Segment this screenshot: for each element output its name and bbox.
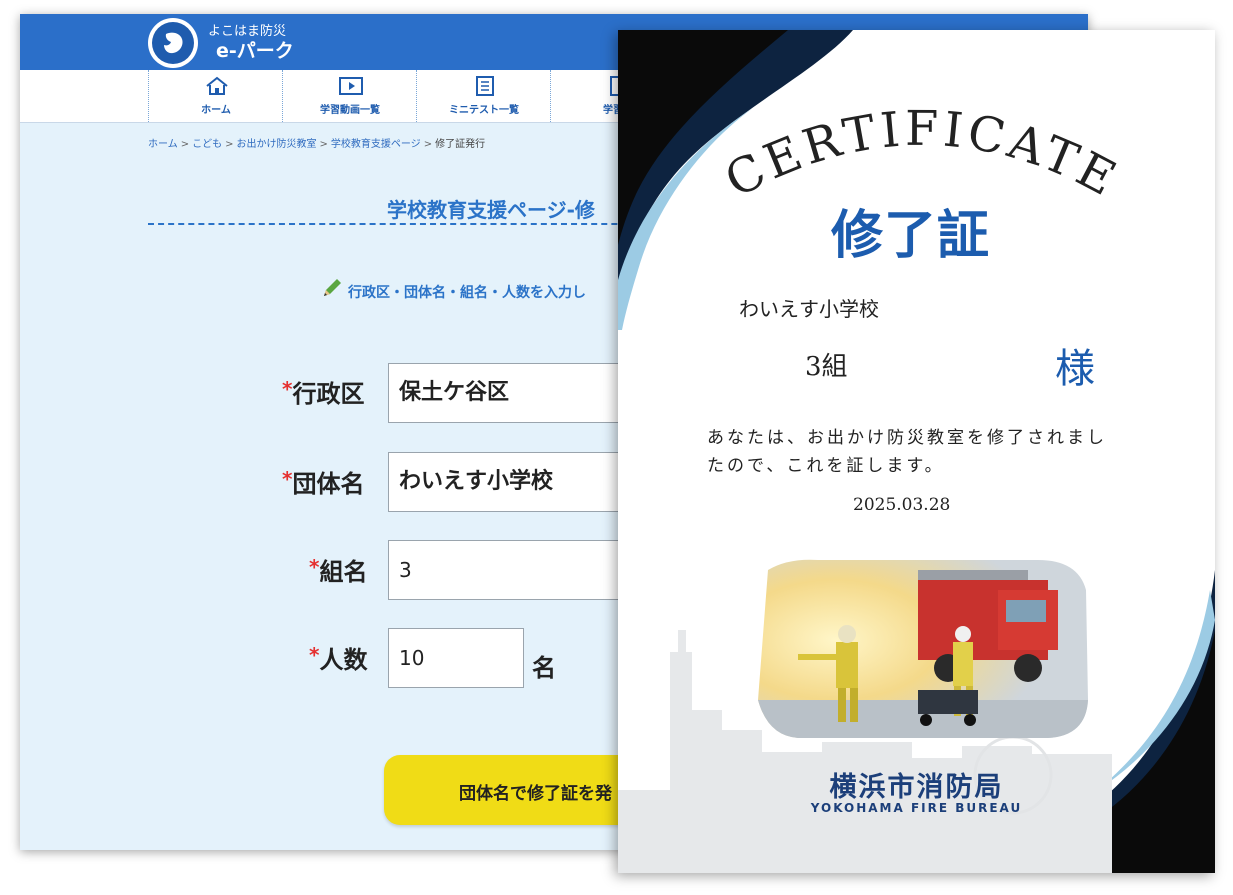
certificate-honorific: 様 bbox=[1055, 346, 1095, 392]
nav-item-label: ミニテスト一覧 bbox=[449, 105, 519, 116]
list-icon bbox=[476, 76, 494, 96]
certificate: CERTIFICATE 修了証 わいえす小学校 3組 様 あなたは、お出かけ防災… bbox=[618, 30, 1215, 873]
certificate-message-line2: たので、これを証します。 bbox=[707, 456, 945, 476]
nav-item-mini-tests[interactable]: ミニテスト一覧 bbox=[416, 70, 551, 122]
home-icon bbox=[206, 76, 228, 95]
certificate-organization: わいえす小学校 bbox=[739, 297, 879, 321]
certificate-message-line1: あなたは、お出かけ防災教室を修了されまし bbox=[707, 428, 1107, 448]
breadcrumb-separator: > bbox=[319, 139, 328, 150]
breadcrumb-link-class[interactable]: お出かけ防災教室 bbox=[236, 139, 316, 150]
certificate-issuer-en: YOKOHAMA FIRE BUREAU bbox=[810, 801, 1023, 815]
breadcrumb-link-kids[interactable]: こども bbox=[192, 139, 222, 150]
certificate-issuer: 横浜市消防局 bbox=[829, 772, 1004, 803]
nav-item-label: ホーム bbox=[201, 105, 231, 116]
nav-item-label: 学習動画一覧 bbox=[320, 105, 380, 116]
group-label: *団体名 bbox=[282, 467, 365, 498]
people-count-input[interactable]: 10 bbox=[388, 628, 524, 688]
submit-label: 団体名で修了証を発 bbox=[459, 784, 612, 804]
city-emblem-icon bbox=[152, 22, 194, 64]
nav-item-videos[interactable]: 学習動画一覧 bbox=[282, 70, 417, 122]
page-title: 学校教育支援ページ-修 bbox=[387, 198, 595, 222]
people-unit: 名 bbox=[532, 654, 556, 682]
class-label: *組名 bbox=[309, 555, 368, 586]
ward-label: *行政区 bbox=[282, 377, 365, 408]
breadcrumb-separator: > bbox=[180, 139, 190, 150]
certificate-date: 2025.03.28 bbox=[853, 495, 951, 515]
breadcrumb-separator: > bbox=[225, 139, 234, 150]
breadcrumb-link-support[interactable]: 学校教育支援ページ bbox=[331, 139, 421, 150]
video-icon bbox=[339, 77, 363, 95]
breadcrumb-link-home[interactable]: ホーム bbox=[148, 139, 178, 150]
nav-item-home[interactable]: ホーム bbox=[148, 70, 283, 122]
site-title[interactable]: e-パーク bbox=[216, 36, 294, 63]
certificate-class: 3組 bbox=[805, 352, 848, 382]
instruction-text: 行政区・団体名・組名・人数を入力し bbox=[348, 285, 586, 301]
people-label: *人数 bbox=[309, 643, 368, 674]
breadcrumb-current: 修了証発行 bbox=[435, 139, 486, 150]
breadcrumb-separator: > bbox=[423, 139, 433, 150]
certificate-title-jp: 修了証 bbox=[831, 205, 991, 266]
pencil-icon bbox=[324, 279, 341, 296]
breadcrumb: ホーム > こども > お出かけ防災教室 > 学校教育支援ページ > 修了証発行 bbox=[148, 135, 485, 150]
site-logo[interactable] bbox=[148, 18, 198, 68]
firefighter-photo bbox=[758, 559, 1088, 739]
